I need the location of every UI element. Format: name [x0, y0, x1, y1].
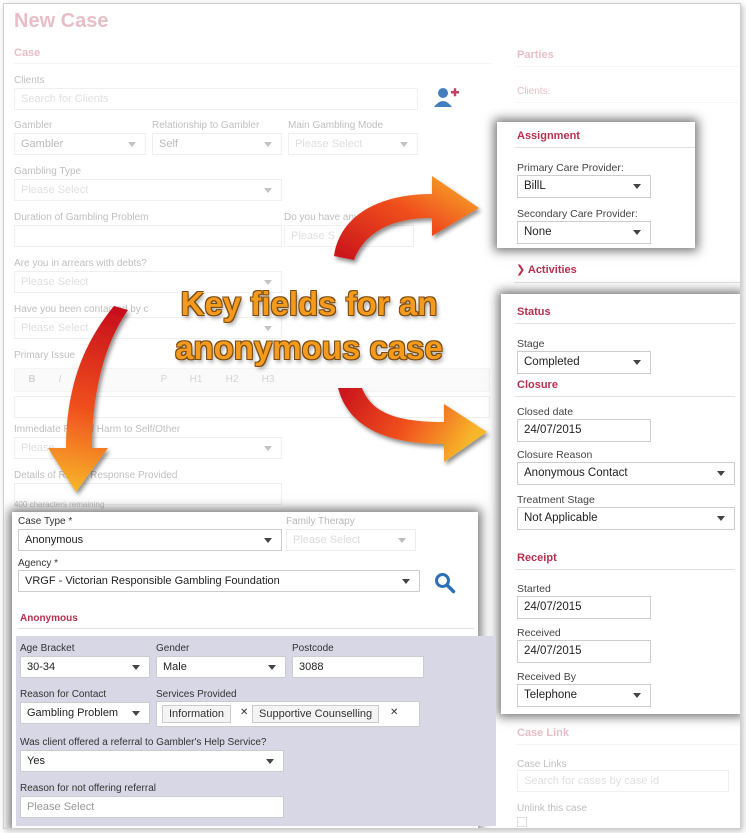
activities-toggle[interactable]: ❯ Activities — [516, 263, 577, 276]
family-therapy-select[interactable]: Please Select — [286, 529, 416, 551]
case-heading: Case — [14, 47, 41, 59]
secondary-provider-label: Secondary Care Provider: — [517, 208, 638, 220]
activities-heading: Activities — [527, 264, 577, 276]
unlink-label: Unlink this case — [517, 803, 588, 814]
not-offering-select[interactable]: Please Select — [20, 796, 284, 818]
closed-date-input[interactable]: 24/07/2015 — [517, 419, 651, 442]
duration-label: Duration of Gambling Problem — [14, 212, 149, 223]
not-offering-label: Reason for not offering referral — [20, 783, 157, 794]
clients-label: Clients — [14, 75, 45, 86]
postcode-input[interactable]: 3088 — [292, 656, 424, 678]
primary-provider-select[interactable]: BillL — [517, 175, 651, 198]
started-label: Started — [517, 583, 551, 595]
callout-line-2: anonymous case — [175, 329, 443, 366]
relationship-label: Relationship to Gambler — [152, 120, 260, 131]
callout-line-1: Key fields for an — [180, 285, 438, 322]
gambling-mode-select[interactable]: Please Select — [288, 133, 418, 155]
remove-counselling-icon[interactable]: ✕ — [390, 707, 398, 718]
gender-select[interactable]: Male — [156, 656, 286, 678]
agency-label: Agency * — [18, 558, 59, 569]
reason-contact-select[interactable]: Gambling Problem — [20, 702, 150, 724]
bold-button[interactable]: B — [20, 370, 44, 390]
app-window: New Case Case Clients Search for Clients… — [3, 3, 741, 829]
page-title: New Case — [14, 10, 109, 32]
reason-contact-label: Reason for Contact — [20, 689, 107, 700]
relationship-select[interactable]: Self — [152, 133, 282, 155]
primary-issue-label: Primary Issue — [14, 350, 76, 361]
closure-reason-label: Closure Reason — [517, 449, 593, 461]
referral-question-label: Was client offered a referral to Gambler… — [20, 737, 267, 748]
referral-select[interactable]: Yes — [20, 750, 284, 772]
rte-toolbar — [14, 368, 490, 392]
primary-issue-editor[interactable] — [14, 396, 490, 418]
family-therapy-group: Family Therapy Please Select — [284, 512, 478, 560]
family-therapy-label: Family Therapy — [286, 516, 355, 527]
gambler-label: Gambler — [14, 120, 53, 131]
search-icon[interactable] — [434, 572, 456, 597]
gambler-select[interactable]: Gambler — [14, 133, 146, 155]
duration-input[interactable] — [14, 225, 282, 247]
details-label: Details of Risk & Response Provided — [14, 470, 178, 481]
service-token-counselling: Supportive Counselling — [252, 705, 380, 723]
secondary-provider-select[interactable]: None — [517, 221, 651, 244]
h3-button[interactable]: H3 — [256, 370, 280, 390]
case-links-input[interactable]: Search for cases by case id — [517, 770, 729, 792]
primary-provider-label: Primary Care Provider: — [517, 162, 624, 174]
assignment-heading: Assignment — [517, 130, 580, 142]
have-you-select[interactable]: Please S — [284, 225, 414, 247]
case-type-select[interactable]: Anonymous — [18, 529, 282, 551]
gambling-type-select[interactable]: Please Select — [14, 179, 282, 201]
receipt-heading: Receipt — [517, 552, 557, 564]
closure-heading: Closure — [517, 379, 558, 391]
arrears-label: Are you in arrears with debts? — [14, 258, 147, 269]
chevron-right-icon: ❯ — [516, 264, 526, 276]
add-client-icon[interactable] — [434, 87, 460, 112]
gender-label: Gender — [156, 643, 190, 654]
received-label: Received — [517, 627, 561, 639]
h1-button[interactable]: H1 — [184, 370, 208, 390]
started-input[interactable]: 24/07/2015 — [517, 596, 651, 619]
status-panel: Status Stage Completed Closure Closed da… — [501, 294, 740, 714]
treatment-stage-select[interactable]: Not Applicable — [517, 507, 735, 530]
postcode-label: Postcode — [292, 643, 334, 654]
have-you-label: Do you have any — [284, 212, 360, 223]
gambling-mode-label: Main Gambling Mode — [288, 120, 384, 131]
received-by-select[interactable]: Telephone — [517, 684, 651, 707]
harm-select[interactable]: Please — [14, 437, 282, 459]
unlink-checkbox[interactable] — [517, 817, 527, 827]
parties-heading: Parties — [517, 49, 554, 61]
italic-button[interactable]: I — [48, 370, 72, 390]
gambling-type-label: Gambling Type — [14, 166, 82, 177]
chars-remaining: 400 characters remaining — [14, 500, 105, 509]
clients-search-input[interactable]: Search for Clients — [14, 88, 418, 110]
received-by-label: Received By — [517, 671, 576, 683]
remove-information-icon[interactable]: ✕ — [240, 707, 248, 718]
closure-reason-select[interactable]: Anonymous Contact — [517, 462, 735, 485]
parties-clients-label: Clients: — [517, 86, 551, 97]
paragraph-button[interactable]: P — [152, 370, 176, 390]
stage-select[interactable]: Completed — [517, 351, 651, 374]
agency-select[interactable]: VRGF - Victorian Responsible Gambling Fo… — [18, 570, 420, 592]
services-label: Services Provided — [156, 689, 237, 700]
treatment-stage-label: Treatment Stage — [517, 494, 595, 506]
stage-label: Stage — [517, 338, 545, 350]
service-token-information: Information — [162, 705, 232, 723]
h2-button[interactable]: H2 — [220, 370, 244, 390]
age-bracket-label: Age Bracket — [20, 643, 75, 654]
case-links-label: Case Links — [517, 759, 567, 770]
anonymous-heading: Anonymous — [20, 613, 78, 624]
harm-label: Immediate Risk of Harm to Self/Other — [14, 424, 181, 435]
closed-date-label: Closed date — [517, 406, 574, 418]
status-heading: Status — [517, 306, 551, 318]
case-link-heading: Case Link — [517, 727, 569, 739]
callout-text: Key fields for an anonymous case — [154, 282, 464, 370]
contacted-label: Have you been contacted by c — [14, 304, 149, 315]
case-type-label: Case Type * — [18, 516, 73, 527]
received-input[interactable]: 24/07/2015 — [517, 640, 651, 663]
age-bracket-select[interactable]: 30-34 — [20, 656, 150, 678]
assignment-panel: Assignment Primary Care Provider: BillL … — [497, 122, 695, 248]
